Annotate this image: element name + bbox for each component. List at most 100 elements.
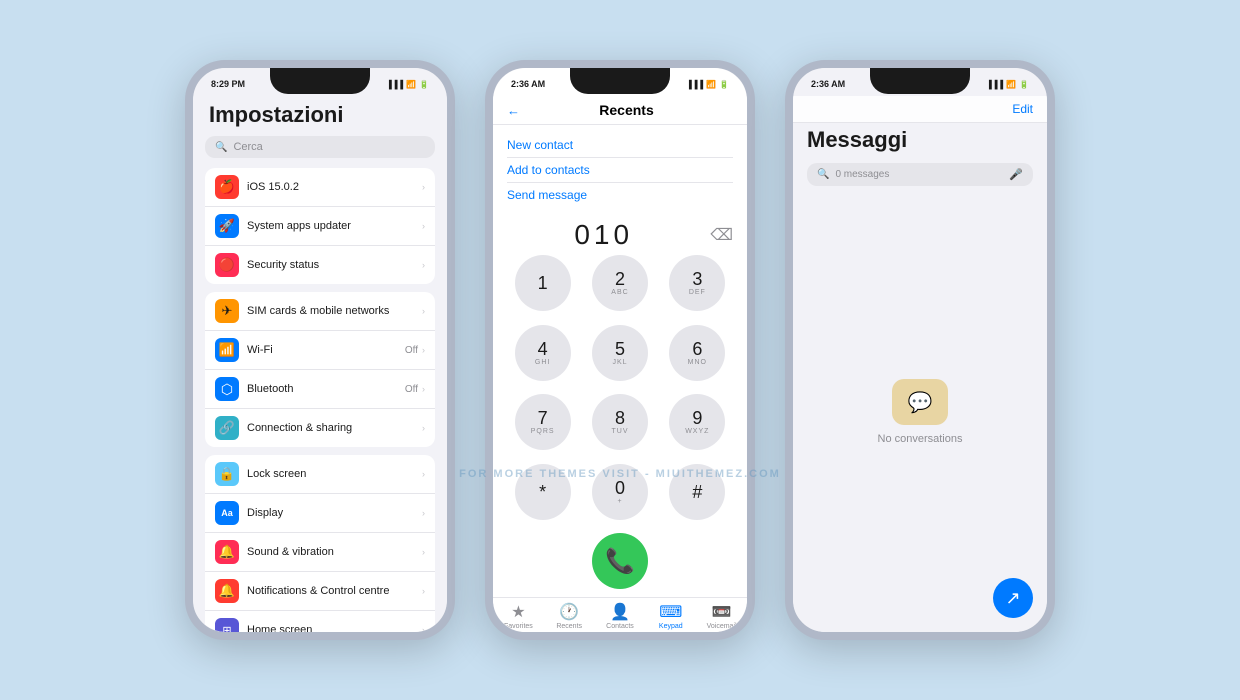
key-3[interactable]: 3DEF: [669, 255, 725, 311]
send-message-button[interactable]: Send message: [507, 183, 733, 207]
key-4[interactable]: 4GHI: [515, 325, 571, 381]
microphone-icon: 🎤: [1009, 168, 1023, 181]
messages-search-bar[interactable]: 🔍 0 messages 🎤: [807, 163, 1033, 186]
settings-group-2: ✈ SIM cards & mobile networks › 📶 Wi-Fi …: [205, 292, 435, 447]
key-6[interactable]: 6MNO: [669, 325, 725, 381]
ios-chevron: ›: [422, 182, 425, 192]
keypad: 1 2ABC 3DEF 4GHI 5JKL 6MNO 7PQRS 8TUV 9W…: [493, 255, 747, 527]
connection-icon: 🔗: [215, 416, 239, 440]
favorites-icon: ★: [511, 602, 525, 622]
phone-messages: 2:36 AM ▐▐▐ 📶 🔋 Edit Messaggi 🔍 0 messag…: [785, 60, 1055, 640]
key-9[interactable]: 9WXYZ: [669, 394, 725, 450]
connection-chevron: ›: [422, 423, 425, 433]
call-button[interactable]: 📞: [592, 533, 648, 589]
key-5[interactable]: 5JKL: [592, 325, 648, 381]
dialer-actions: New contact Add to contacts Send message: [493, 125, 747, 211]
updater-label: System apps updater: [247, 220, 422, 232]
key-hash[interactable]: #: [669, 464, 725, 520]
tab-bar: ★ Favorites 🕐 Recents 👤 Contacts ⌨ Keypa…: [493, 597, 747, 632]
updater-icon: 🚀: [215, 214, 239, 238]
display-chevron: ›: [422, 508, 425, 518]
status-icons-3: ▐▐▐ 📶 🔋: [986, 80, 1029, 89]
settings-item-ios[interactable]: 🍎 iOS 15.0.2 ›: [205, 168, 435, 207]
settings-item-bluetooth[interactable]: ⬡ Bluetooth Off ›: [205, 370, 435, 409]
sim-chevron: ›: [422, 306, 425, 316]
security-chevron: ›: [422, 260, 425, 270]
call-button-row: 📞: [493, 527, 747, 597]
lockscreen-icon: 🔒: [215, 462, 239, 486]
sound-icon: 🔔: [215, 540, 239, 564]
wifi-value: Off: [405, 345, 418, 356]
search-left: 🔍 0 messages: [817, 169, 889, 180]
key-0[interactable]: 0+: [592, 464, 648, 520]
search-placeholder: Cerca: [233, 141, 262, 153]
favorites-label: Favorites: [504, 623, 533, 630]
settings-search-bar[interactable]: 🔍 Cerca: [205, 136, 435, 158]
sound-chevron: ›: [422, 547, 425, 557]
recents-title: Recents: [520, 102, 733, 118]
keypad-label: Keypad: [659, 623, 683, 630]
connection-label: Connection & sharing: [247, 422, 422, 434]
tab-favorites[interactable]: ★ Favorites: [493, 602, 544, 630]
key-2[interactable]: 2ABC: [592, 255, 648, 311]
messages-header: Edit: [793, 96, 1047, 123]
key-1[interactable]: 1: [515, 255, 571, 311]
settings-item-connection[interactable]: 🔗 Connection & sharing ›: [205, 409, 435, 447]
updater-chevron: ›: [422, 221, 425, 231]
compose-button[interactable]: ↗: [993, 578, 1033, 618]
voicemail-icon: 📼: [712, 602, 732, 622]
status-time-1: 8:29 PM: [211, 79, 245, 89]
notifications-label: Notifications & Control centre: [247, 585, 422, 597]
settings-group-3: 🔒 Lock screen › Aa Display › 🔔 Sound & v…: [205, 455, 435, 632]
keypad-icon: ⌨: [659, 602, 682, 622]
bluetooth-icon: ⬡: [215, 377, 239, 401]
status-time-2: 2:36 AM: [511, 79, 545, 89]
settings-item-wifi[interactable]: 📶 Wi-Fi Off ›: [205, 331, 435, 370]
tab-recents[interactable]: 🕐 Recents: [544, 602, 595, 630]
recents-label: Recents: [556, 623, 582, 630]
settings-title: Impostazioni: [209, 102, 435, 128]
back-button[interactable]: ←: [507, 103, 520, 118]
messages-empty-state: 💬 No conversations: [793, 192, 1047, 632]
dialer-screen: ← Recents New contact Add to contacts Se…: [493, 96, 747, 632]
bluetooth-value: Off: [405, 384, 418, 395]
dialer-header: ← Recents: [493, 96, 747, 125]
key-star[interactable]: *: [515, 464, 571, 520]
recents-icon: 🕐: [559, 602, 579, 622]
messages-search-icon: 🔍: [817, 169, 829, 180]
messages-search-placeholder: 0 messages: [835, 169, 889, 180]
settings-item-homescreen[interactable]: ⊞ Home screen ›: [205, 611, 435, 632]
tab-voicemail[interactable]: 📼 Voicemail: [696, 602, 747, 630]
bluetooth-label: Bluetooth: [247, 383, 405, 395]
notch-2: [570, 68, 670, 94]
status-icons-1: ▐▐▐ 📶 🔋: [386, 80, 429, 89]
bluetooth-chevron: ›: [422, 384, 425, 394]
settings-item-updater[interactable]: 🚀 System apps updater ›: [205, 207, 435, 246]
add-to-contacts-button[interactable]: Add to contacts: [507, 158, 733, 183]
ios-label: iOS 15.0.2: [247, 181, 422, 193]
notifications-chevron: ›: [422, 586, 425, 596]
dialed-number: 010: [507, 219, 700, 251]
phone-dialer: 2:36 AM ▐▐▐ 📶 🔋 ← Recents New contact Ad…: [485, 60, 755, 640]
settings-item-security[interactable]: 🔴 Security status ›: [205, 246, 435, 284]
notch-3: [870, 68, 970, 94]
settings-item-display[interactable]: Aa Display ›: [205, 494, 435, 533]
wifi-icon: 📶: [215, 338, 239, 362]
tab-keypad[interactable]: ⌨ Keypad: [645, 602, 696, 630]
no-conversations-text: No conversations: [878, 433, 963, 445]
key-7[interactable]: 7PQRS: [515, 394, 571, 450]
wifi-label: Wi-Fi: [247, 344, 405, 356]
tab-contacts[interactable]: 👤 Contacts: [595, 602, 646, 630]
ios-icon: 🍎: [215, 175, 239, 199]
key-8[interactable]: 8TUV: [592, 394, 648, 450]
settings-item-lockscreen[interactable]: 🔒 Lock screen ›: [205, 455, 435, 494]
backspace-button[interactable]: ⌫: [710, 225, 733, 245]
settings-item-sim[interactable]: ✈ SIM cards & mobile networks ›: [205, 292, 435, 331]
notifications-icon: 🔔: [215, 579, 239, 603]
new-contact-button[interactable]: New contact: [507, 133, 733, 158]
edit-button[interactable]: Edit: [1012, 102, 1033, 116]
homescreen-icon: ⊞: [215, 618, 239, 632]
settings-item-notifications[interactable]: 🔔 Notifications & Control centre ›: [205, 572, 435, 611]
messages-title: Messaggi: [793, 123, 1047, 157]
settings-item-sound[interactable]: 🔔 Sound & vibration ›: [205, 533, 435, 572]
